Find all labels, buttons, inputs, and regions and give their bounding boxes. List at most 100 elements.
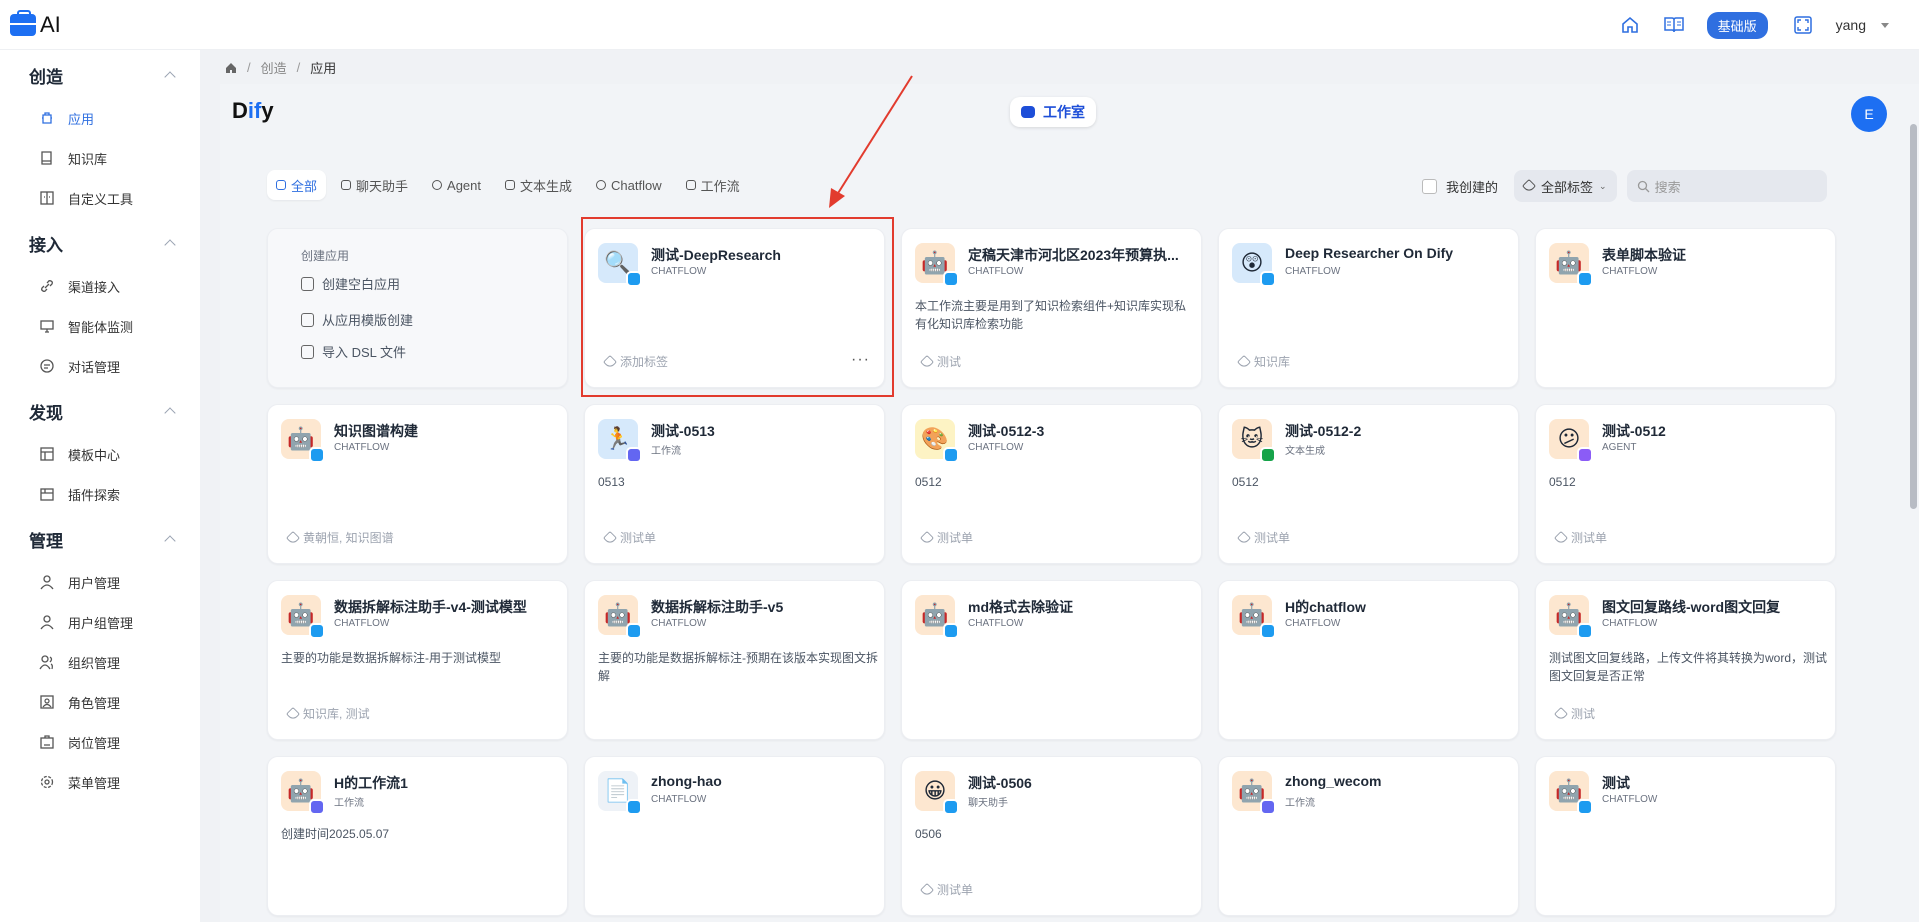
created-by-me-label[interactable]: 我创建的 bbox=[1446, 177, 1498, 196]
section-title-create[interactable]: 创造 bbox=[29, 63, 63, 88]
tab-agent[interactable]: Agent bbox=[423, 170, 490, 200]
app-tags[interactable]: 知识库, 测试 bbox=[285, 705, 370, 722]
sidebar-item-knowledge[interactable]: 知识库 bbox=[38, 146, 107, 170]
app-icon bbox=[38, 109, 56, 127]
chevron-up-icon[interactable] bbox=[164, 239, 176, 251]
app-type: CHATFLOW bbox=[1602, 794, 1658, 805]
tab-chatflow[interactable]: Chatflow bbox=[587, 170, 671, 200]
scrollbar[interactable] bbox=[1910, 124, 1917, 509]
app-tags[interactable]: 测试单 bbox=[919, 881, 974, 898]
sidebar-item-monitor[interactable]: 智能体监测 bbox=[38, 314, 133, 338]
robot-icon: 🤖 bbox=[1549, 595, 1593, 639]
app-tags-text: 测试单 bbox=[937, 883, 974, 897]
section-title-access[interactable]: 接入 bbox=[29, 231, 63, 256]
app-tags[interactable]: 测试单 bbox=[919, 529, 973, 546]
app-card[interactable]: 😲 Deep Researcher On Dify CHATFLOW 知识库 bbox=[1218, 228, 1519, 388]
breadcrumb-current: 应用 bbox=[310, 61, 337, 76]
import-dsl-button[interactable]: 导入 DSL 文件 bbox=[301, 342, 406, 361]
sidebar-item-user-groups[interactable]: 用户组管理 bbox=[38, 610, 133, 634]
app-tags[interactable]: 测试单 bbox=[602, 529, 656, 546]
sidebar-item-org[interactable]: 组织管理 bbox=[38, 650, 120, 674]
tab-all[interactable]: 全部 bbox=[267, 170, 327, 200]
docs-book-icon[interactable] bbox=[1663, 14, 1685, 36]
chevron-up-icon[interactable] bbox=[164, 71, 176, 83]
breadcrumb-item[interactable]: 创造 bbox=[261, 58, 287, 77]
app-tags[interactable]: 知识库 bbox=[1236, 353, 1290, 370]
tag-icon bbox=[602, 530, 618, 545]
robot-icon: 🤖 bbox=[915, 595, 959, 639]
tab-chat-assistant[interactable]: 聊天助手 bbox=[332, 170, 417, 200]
app-type: 工作流 bbox=[1285, 798, 1315, 809]
app-card[interactable]: 🤖 表单脚本验证 CHATFLOW bbox=[1535, 228, 1836, 388]
tag-icon bbox=[1521, 178, 1537, 194]
section-title-discover[interactable]: 发现 bbox=[29, 399, 63, 424]
app-card[interactable]: 😕 测试-0512 AGENT 0512 测试单 bbox=[1535, 404, 1836, 564]
avatar[interactable]: E bbox=[1851, 96, 1887, 132]
app-card[interactable]: 🤖 数据拆解标注助手-v5 CHATFLOW 主要的功能是数据拆解标注-预期在该版本实… bbox=[584, 580, 885, 740]
create-from-template-button[interactable]: 从应用模版创建 bbox=[301, 310, 413, 329]
sidebar-item-custom-tools[interactable]: 自定义工具 bbox=[38, 186, 133, 210]
studio-button[interactable]: 工作室 bbox=[1010, 97, 1096, 127]
app-type-badge-icon bbox=[1577, 799, 1593, 815]
plan-badge[interactable]: 基础版 bbox=[1706, 11, 1768, 39]
app-card[interactable]: 🤖 定稿天津市河北区2023年预算执... CHATFLOW 本工作流主要是用到了知识… bbox=[901, 228, 1202, 388]
sidebar-item-templates[interactable]: 模板中心 bbox=[38, 442, 120, 466]
sidebar-item-menus[interactable]: 菜单管理 bbox=[38, 770, 120, 794]
home-icon[interactable] bbox=[1619, 14, 1641, 36]
home-icon[interactable] bbox=[225, 62, 237, 74]
app-description: 本工作流主要是用到了知识检索组件+知识库实现私有化知识库检索功能 bbox=[915, 299, 1187, 331]
chevron-up-icon[interactable] bbox=[164, 407, 176, 419]
app-card[interactable]: 🏃 测试-0513 工作流 0513 测试单 bbox=[584, 404, 885, 564]
app-card[interactable]: 🎨 测试-0512-3 CHATFLOW 0512 测试单 bbox=[901, 404, 1202, 564]
chevron-up-icon[interactable] bbox=[164, 535, 176, 547]
robot-icon: 🤖 bbox=[915, 243, 959, 287]
robot-icon: 🤖 bbox=[1232, 595, 1276, 639]
app-type-badge-icon bbox=[309, 799, 325, 815]
app-description: 测试图文回复线路，上传文件将其转换为word，测试图文回复是否正常 bbox=[1549, 651, 1828, 683]
tag-filter-select[interactable]: 全部标签 ⌄ bbox=[1514, 170, 1617, 202]
app-description: 创建时间2025.05.07 bbox=[281, 827, 390, 841]
app-tags[interactable]: 测试 bbox=[919, 353, 961, 370]
app-card[interactable]: 🤖 数据拆解标注助手-v4-测试模型 CHATFLOW 主要的功能是数据拆解标注-用于… bbox=[267, 580, 568, 740]
robot-icon bbox=[1021, 106, 1035, 118]
tab-workflow[interactable]: 工作流 bbox=[677, 170, 749, 200]
sidebar-item-users[interactable]: 用户管理 bbox=[38, 570, 120, 594]
created-by-me-checkbox[interactable] bbox=[1422, 178, 1437, 194]
app-type: CHATFLOW bbox=[1602, 266, 1658, 277]
sidebar-item-label: 自定义工具 bbox=[68, 191, 134, 207]
app-tags[interactable]: 测试单 bbox=[1553, 529, 1607, 546]
sidebar-item-roles[interactable]: 角色管理 bbox=[38, 690, 120, 714]
chevron-down-icon[interactable] bbox=[1881, 22, 1889, 28]
sidebar-item-apps[interactable]: 应用 bbox=[38, 106, 94, 130]
app-card[interactable]: 🤖 md格式去除验证 CHATFLOW bbox=[901, 580, 1202, 740]
sidebar-item-plugins[interactable]: 插件探索 bbox=[38, 482, 120, 506]
app-tags[interactable]: 黄朝恒, 知识图谱 bbox=[285, 529, 394, 546]
app-card[interactable]: 🤖 测试 CHATFLOW bbox=[1535, 756, 1836, 916]
breadcrumb: / 创造 / 应用 bbox=[225, 58, 336, 77]
section-title-manage[interactable]: 管理 bbox=[29, 527, 63, 552]
sidebar-item-conversations[interactable]: 对话管理 bbox=[38, 354, 120, 378]
robot-icon: 🤖 bbox=[281, 419, 325, 463]
app-tags[interactable]: 测试单 bbox=[1236, 529, 1290, 546]
user-name[interactable]: yang bbox=[1836, 17, 1866, 33]
app-card[interactable]: 🤖 图文回复路线-word图文回复 CHATFLOW 测试图文回复线路，上传文件将其转… bbox=[1535, 580, 1836, 740]
sidebar-item-positions[interactable]: 岗位管理 bbox=[38, 730, 120, 754]
app-type-badge-icon bbox=[309, 623, 325, 639]
sidebar-item-label: 菜单管理 bbox=[68, 775, 121, 791]
app-card[interactable]: 🤖 zhong_wecom 工作流 bbox=[1218, 756, 1519, 916]
app-tags[interactable]: 测试 bbox=[1553, 705, 1595, 722]
tag-icon bbox=[1553, 706, 1569, 721]
create-blank-app-button[interactable]: 创建空白应用 bbox=[301, 274, 400, 293]
tab-text-generation[interactable]: 文本生成 bbox=[496, 170, 581, 200]
app-card[interactable]: 😀 测试-0506 聊天助手 0506 测试单 bbox=[901, 756, 1202, 916]
sidebar-item-channel[interactable]: 渠道接入 bbox=[38, 274, 120, 298]
search-input[interactable]: 搜索 bbox=[1626, 170, 1827, 202]
fullscreen-icon[interactable] bbox=[1792, 14, 1814, 36]
app-tags-text: 黄朝恒, 知识图谱 bbox=[303, 531, 394, 545]
app-card[interactable]: 📄 zhong-hao CHATFLOW bbox=[584, 756, 885, 916]
app-card[interactable]: 🤖 H的chatflow CHATFLOW bbox=[1218, 580, 1519, 740]
app-logo[interactable]: AI bbox=[10, 9, 61, 38]
app-card[interactable]: 🐱 测试-0512-2 文本生成 0512 测试单 bbox=[1218, 404, 1519, 564]
app-card[interactable]: 🤖 知识图谱构建 CHATFLOW 黄朝恒, 知识图谱 bbox=[267, 404, 568, 564]
app-card[interactable]: 🤖 H的工作流1 工作流 创建时间2025.05.07 bbox=[267, 756, 568, 916]
